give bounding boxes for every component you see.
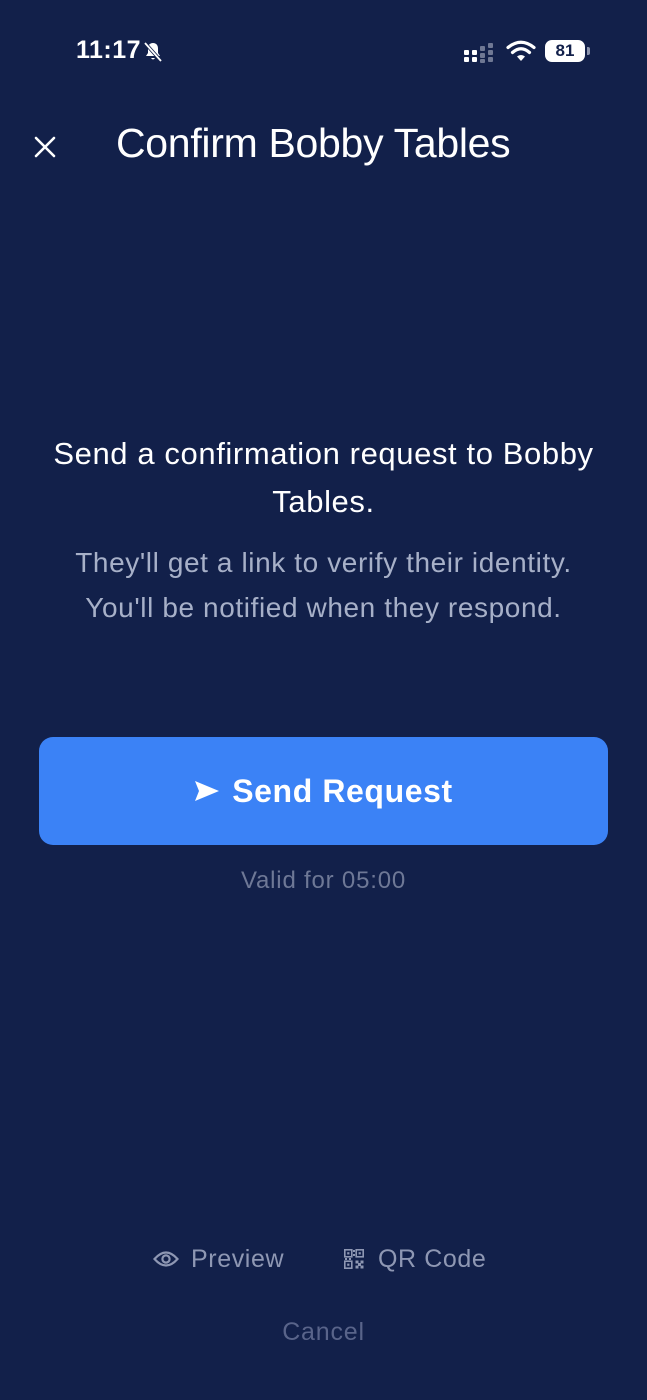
confirm-screen: 11:17 81 Confirm Bobby Tables Send a con… (0, 0, 647, 1400)
battery-icon: 81 (545, 40, 593, 64)
bell-off-icon (143, 41, 163, 63)
page-title: Confirm Bobby Tables (116, 120, 511, 166)
qr-code-button[interactable]: QR Code (344, 1236, 486, 1282)
qr-code-label: QR Code (378, 1244, 487, 1273)
message-secondary: They'll get a link to verify their ident… (30, 540, 617, 630)
message-secondary-line-2: You'll be notified when they respond. (85, 592, 562, 623)
eye-icon (153, 1251, 179, 1267)
status-bar: 11:17 81 (0, 0, 647, 100)
close-icon (34, 136, 56, 158)
send-request-label: Send Request (232, 772, 453, 809)
send-request-button[interactable]: Send Request (39, 737, 608, 845)
validity-timer: Valid for 05:00 (241, 867, 406, 894)
bottom-actions: Preview QR Code (0, 1236, 647, 1282)
preview-button[interactable]: Preview (153, 1236, 284, 1282)
qr-code-icon (344, 1249, 364, 1269)
cancel-button[interactable]: Cancel (0, 1318, 647, 1347)
close-button[interactable] (22, 124, 68, 170)
confirmation-message: Send a confirmation request to Bobby Tab… (30, 430, 617, 630)
signal-icon (464, 43, 493, 63)
message-secondary-line-1: They'll get a link to verify their ident… (75, 547, 572, 578)
preview-label: Preview (191, 1244, 285, 1273)
message-primary: Send a confirmation request to Bobby Tab… (53, 436, 594, 519)
status-time: 11:17 (76, 36, 142, 64)
send-icon (195, 781, 220, 801)
battery-level: 81 (555, 41, 575, 60)
wifi-icon (506, 40, 536, 61)
